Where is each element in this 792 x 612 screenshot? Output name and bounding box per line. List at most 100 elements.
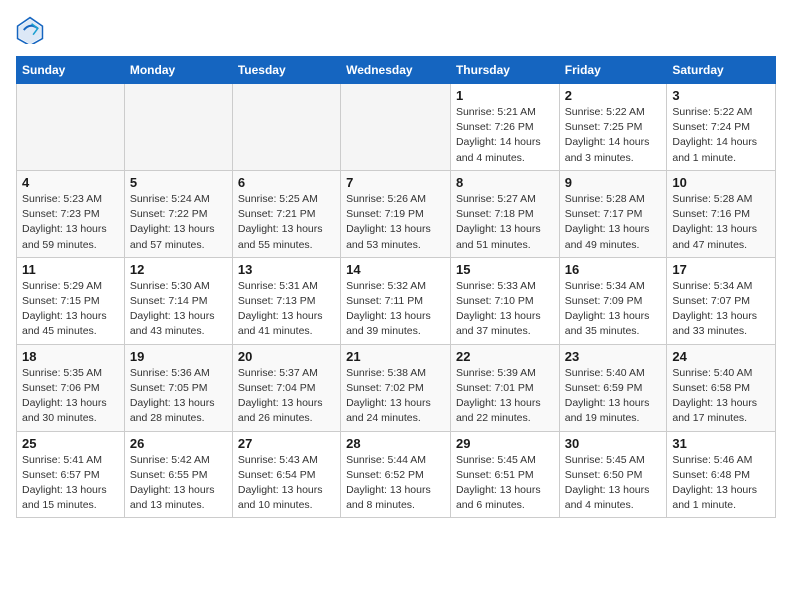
- day-info: Sunrise: 5:40 AM Sunset: 6:59 PM Dayligh…: [565, 366, 662, 427]
- weekday-header-thursday: Thursday: [450, 57, 559, 84]
- calendar-cell: 20Sunrise: 5:37 AM Sunset: 7:04 PM Dayli…: [232, 344, 340, 431]
- day-number: 9: [565, 175, 662, 190]
- day-number: 1: [456, 88, 554, 103]
- weekday-header-friday: Friday: [559, 57, 667, 84]
- calendar-cell: 7Sunrise: 5:26 AM Sunset: 7:19 PM Daylig…: [341, 170, 451, 257]
- day-info: Sunrise: 5:25 AM Sunset: 7:21 PM Dayligh…: [238, 192, 335, 253]
- day-info: Sunrise: 5:41 AM Sunset: 6:57 PM Dayligh…: [22, 453, 119, 514]
- calendar-cell: 4Sunrise: 5:23 AM Sunset: 7:23 PM Daylig…: [17, 170, 125, 257]
- page-header: [16, 16, 776, 44]
- day-number: 30: [565, 436, 662, 451]
- calendar-cell: 27 Sunrise: 5:43 AM Sunset: 6:54 PM Dayli…: [232, 431, 340, 518]
- calendar-table: SundayMondayTuesdayWednesdayThursdayFrid…: [16, 56, 776, 518]
- calendar-week-3: 11 Sunrise: 5:29 AM Sunset: 7:15 PM Dayli…: [17, 257, 776, 344]
- weekday-header-wednesday: Wednesday: [341, 57, 451, 84]
- day-number: 4: [22, 175, 119, 190]
- weekday-header-monday: Monday: [124, 57, 232, 84]
- day-info: Sunrise: 5:32 AM Sunset: 7:11 PM Dayligh…: [346, 279, 445, 340]
- day-info: Sunrise: 5:33 AM Sunset: 7:10 PM Dayligh…: [456, 279, 554, 340]
- day-number: 7: [346, 175, 445, 190]
- calendar-cell: 9 Sunrise: 5:28 AM Sunset: 7:17 PM Daylig…: [559, 170, 667, 257]
- day-number: 15: [456, 262, 554, 277]
- day-number: 22: [456, 349, 554, 364]
- day-number: 8: [456, 175, 554, 190]
- logo-icon: [16, 16, 44, 44]
- day-number: 19: [130, 349, 227, 364]
- calendar-cell: 6 Sunrise: 5:25 AM Sunset: 7:21 PM Daylig…: [232, 170, 340, 257]
- calendar-cell: 30 Sunrise: 5:45 AM Sunset: 6:50 PM Dayli…: [559, 431, 667, 518]
- calendar-cell: 13 Sunrise: 5:31 AM Sunset: 7:13 PM Dayli…: [232, 257, 340, 344]
- day-number: 28: [346, 436, 445, 451]
- day-info: Sunrise: 5:28 AM Sunset: 7:17 PM Dayligh…: [565, 192, 662, 253]
- calendar-cell: 5 Sunrise: 5:24 AM Sunset: 7:22 PM Daylig…: [124, 170, 232, 257]
- day-info: Sunrise: 5:45 AM Sunset: 6:51 PM Dayligh…: [456, 453, 554, 514]
- day-number: 17: [672, 262, 770, 277]
- calendar-week-1: 1 Sunrise: 5:21 AM Sunset: 7:26 PM Daylig…: [17, 84, 776, 171]
- calendar-cell: 8Sunrise: 5:27 AM Sunset: 7:18 PM Daylig…: [450, 170, 559, 257]
- calendar-cell: [341, 84, 451, 171]
- calendar-cell: 17Sunrise: 5:34 AM Sunset: 7:07 PM Dayli…: [667, 257, 776, 344]
- day-number: 24: [672, 349, 770, 364]
- day-number: 14: [346, 262, 445, 277]
- calendar-cell: 25 Sunrise: 5:41 AM Sunset: 6:57 PM Dayli…: [17, 431, 125, 518]
- day-number: 16: [565, 262, 662, 277]
- weekday-header-tuesday: Tuesday: [232, 57, 340, 84]
- day-info: Sunrise: 5:29 AM Sunset: 7:15 PM Dayligh…: [22, 279, 119, 340]
- day-info: Sunrise: 5:21 AM Sunset: 7:26 PM Dayligh…: [456, 105, 554, 166]
- calendar-week-5: 25 Sunrise: 5:41 AM Sunset: 6:57 PM Dayli…: [17, 431, 776, 518]
- day-number: 12: [130, 262, 227, 277]
- day-number: 27: [238, 436, 335, 451]
- day-info: Sunrise: 5:43 AM Sunset: 6:54 PM Dayligh…: [238, 453, 335, 514]
- day-info: Sunrise: 5:45 AM Sunset: 6:50 PM Dayligh…: [565, 453, 662, 514]
- calendar-cell: 11 Sunrise: 5:29 AM Sunset: 7:15 PM Dayli…: [17, 257, 125, 344]
- day-number: 11: [22, 262, 119, 277]
- logo: [16, 16, 48, 44]
- calendar-cell: 21Sunrise: 5:38 AM Sunset: 7:02 PM Dayli…: [341, 344, 451, 431]
- day-number: 29: [456, 436, 554, 451]
- day-info: Sunrise: 5:39 AM Sunset: 7:01 PM Dayligh…: [456, 366, 554, 427]
- day-number: 5: [130, 175, 227, 190]
- day-info: Sunrise: 5:35 AM Sunset: 7:06 PM Dayligh…: [22, 366, 119, 427]
- day-info: Sunrise: 5:22 AM Sunset: 7:25 PM Dayligh…: [565, 105, 662, 166]
- calendar-cell: 18 Sunrise: 5:35 AM Sunset: 7:06 PM Dayli…: [17, 344, 125, 431]
- calendar-cell: [232, 84, 340, 171]
- weekday-header-row: SundayMondayTuesdayWednesdayThursdayFrid…: [17, 57, 776, 84]
- calendar-cell: [17, 84, 125, 171]
- day-number: 21: [346, 349, 445, 364]
- calendar-cell: 12 Sunrise: 5:30 AM Sunset: 7:14 PM Dayli…: [124, 257, 232, 344]
- calendar-cell: 2 Sunrise: 5:22 AM Sunset: 7:25 PM Daylig…: [559, 84, 667, 171]
- day-info: Sunrise: 5:31 AM Sunset: 7:13 PM Dayligh…: [238, 279, 335, 340]
- calendar-cell: 28 Sunrise: 5:44 AM Sunset: 6:52 PM Dayli…: [341, 431, 451, 518]
- day-number: 18: [22, 349, 119, 364]
- calendar-cell: 31 Sunrise: 5:46 AM Sunset: 6:48 PM Dayli…: [667, 431, 776, 518]
- day-info: Sunrise: 5:24 AM Sunset: 7:22 PM Dayligh…: [130, 192, 227, 253]
- calendar-cell: 1 Sunrise: 5:21 AM Sunset: 7:26 PM Daylig…: [450, 84, 559, 171]
- day-info: Sunrise: 5:30 AM Sunset: 7:14 PM Dayligh…: [130, 279, 227, 340]
- day-number: 3: [672, 88, 770, 103]
- calendar-cell: 10 Sunrise: 5:28 AM Sunset: 7:16 PM Dayli…: [667, 170, 776, 257]
- calendar-cell: 14 Sunrise: 5:32 AM Sunset: 7:11 PM Dayli…: [341, 257, 451, 344]
- day-number: 10: [672, 175, 770, 190]
- day-info: Sunrise: 5:42 AM Sunset: 6:55 PM Dayligh…: [130, 453, 227, 514]
- calendar-week-2: 4Sunrise: 5:23 AM Sunset: 7:23 PM Daylig…: [17, 170, 776, 257]
- calendar-cell: 15 Sunrise: 5:33 AM Sunset: 7:10 PM Dayli…: [450, 257, 559, 344]
- day-info: Sunrise: 5:40 AM Sunset: 6:58 PM Dayligh…: [672, 366, 770, 427]
- calendar-cell: 24 Sunrise: 5:40 AM Sunset: 6:58 PM Dayli…: [667, 344, 776, 431]
- day-info: Sunrise: 5:44 AM Sunset: 6:52 PM Dayligh…: [346, 453, 445, 514]
- day-number: 25: [22, 436, 119, 451]
- day-info: Sunrise: 5:46 AM Sunset: 6:48 PM Dayligh…: [672, 453, 770, 514]
- calendar-cell: 23Sunrise: 5:40 AM Sunset: 6:59 PM Dayli…: [559, 344, 667, 431]
- day-number: 6: [238, 175, 335, 190]
- day-info: Sunrise: 5:28 AM Sunset: 7:16 PM Dayligh…: [672, 192, 770, 253]
- day-info: Sunrise: 5:22 AM Sunset: 7:24 PM Dayligh…: [672, 105, 770, 166]
- day-number: 13: [238, 262, 335, 277]
- day-info: Sunrise: 5:34 AM Sunset: 7:09 PM Dayligh…: [565, 279, 662, 340]
- calendar-week-4: 18 Sunrise: 5:35 AM Sunset: 7:06 PM Dayli…: [17, 344, 776, 431]
- weekday-header-saturday: Saturday: [667, 57, 776, 84]
- calendar-cell: 16 Sunrise: 5:34 AM Sunset: 7:09 PM Dayli…: [559, 257, 667, 344]
- day-number: 31: [672, 436, 770, 451]
- weekday-header-sunday: Sunday: [17, 57, 125, 84]
- day-number: 2: [565, 88, 662, 103]
- calendar-cell: 26 Sunrise: 5:42 AM Sunset: 6:55 PM Dayli…: [124, 431, 232, 518]
- day-number: 26: [130, 436, 227, 451]
